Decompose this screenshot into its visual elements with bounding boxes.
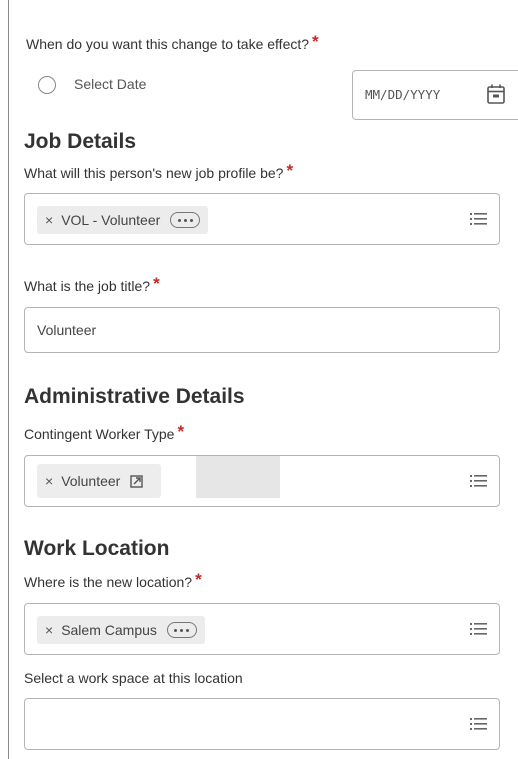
contingent-worker-type-label-text: Contingent Worker Type — [24, 426, 175, 442]
job-profile-question-text: What will this person's new job profile … — [24, 165, 284, 181]
worker-type-value: Volunteer — [61, 473, 121, 489]
new-location-question-text: Where is the new location? — [24, 574, 193, 590]
new-location-question: Where is the new location? * — [24, 570, 202, 592]
list-icon[interactable] — [470, 716, 487, 732]
location-value: Salem Campus — [61, 622, 157, 638]
administrative-details-heading: Administrative Details — [24, 385, 245, 408]
required-asterisk: * — [312, 32, 319, 51]
required-asterisk: * — [177, 422, 185, 441]
ellipsis-icon[interactable] — [170, 212, 201, 228]
workspace-field[interactable] — [24, 698, 500, 750]
job-title-value: Volunteer — [37, 322, 97, 338]
redacted-block — [196, 456, 280, 498]
remove-icon[interactable]: × — [45, 212, 53, 228]
select-date-label[interactable]: Select Date — [74, 76, 146, 92]
required-asterisk: * — [286, 161, 294, 180]
job-profile-question: What will this person's new job profile … — [24, 161, 294, 183]
job-profile-field[interactable]: × VOL - Volunteer — [24, 193, 500, 245]
contingent-worker-type-label: Contingent Worker Type * — [24, 422, 185, 444]
job-details-heading: Job Details — [24, 130, 137, 153]
list-icon[interactable] — [470, 473, 487, 489]
list-icon[interactable] — [470, 211, 487, 227]
effective-date-question-text: When do you want this change to take eff… — [26, 36, 310, 52]
job-title-question-text: What is the job title? — [24, 278, 151, 294]
required-asterisk: * — [153, 274, 160, 293]
external-link-icon[interactable] — [130, 474, 144, 488]
date-placeholder: MM/DD/YYYY — [365, 87, 441, 102]
job-title-input[interactable]: Volunteer — [24, 307, 500, 353]
effective-date-question: When do you want this change to take eff… — [26, 32, 319, 54]
remove-icon[interactable]: × — [45, 473, 53, 489]
location-field[interactable]: × Salem Campus — [24, 603, 500, 655]
job-profile-pill: × VOL - Volunteer — [37, 206, 209, 234]
workspace-label: Select a work space at this location — [24, 670, 243, 686]
calendar-icon[interactable] — [486, 83, 506, 105]
required-asterisk: * — [195, 570, 202, 589]
job-title-question: What is the job title? * — [24, 274, 160, 296]
job-profile-value: VOL - Volunteer — [61, 212, 161, 228]
location-pill: × Salem Campus — [37, 616, 205, 644]
select-date-radio[interactable] — [38, 76, 56, 94]
list-icon[interactable] — [470, 621, 487, 637]
effective-date-input[interactable]: MM/DD/YYYY — [352, 70, 518, 120]
worker-type-pill: × Volunteer — [37, 464, 162, 498]
ellipsis-icon[interactable] — [166, 622, 197, 638]
remove-icon[interactable]: × — [45, 622, 53, 638]
work-location-heading: Work Location — [24, 537, 170, 560]
